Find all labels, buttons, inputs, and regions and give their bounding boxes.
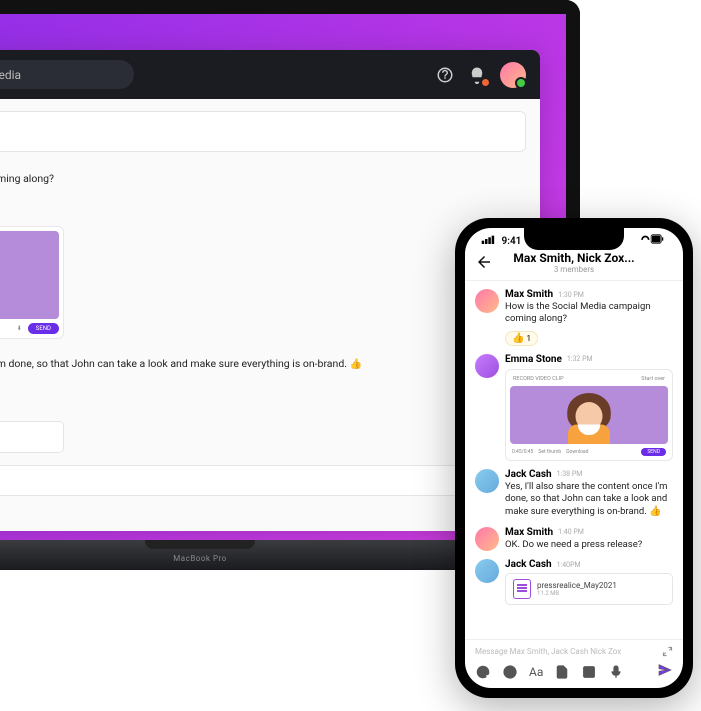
message-row: Jack Cash 1:38 PM Yes, I'll also share th… — [475, 469, 673, 519]
video-card-label: RECORD VIDEO CLIP — [513, 376, 564, 382]
emoji-icon[interactable] — [502, 664, 518, 680]
message-timestamp: 1:30 PM — [0, 160, 526, 170]
message-row: Jack Cash 1:40PM pressrealice_May2021 11.… — [475, 559, 673, 605]
video-set-thumb[interactable]: Set thumb — [538, 449, 561, 455]
phone-header: Max Smith, Nick Zox... 3 members — [465, 247, 683, 281]
phone-screen: 9:41 Max Smith, Nick Zox... 3 members Ma… — [465, 228, 683, 688]
send-button[interactable] — [657, 662, 673, 682]
attachment-card[interactable]: essrealice_May2021 2 MB — [0, 421, 64, 453]
message-time: 1:38 PM — [557, 470, 583, 478]
video-download[interactable]: Download — [566, 449, 588, 455]
message-text: Social Media campaign coming along? — [0, 172, 526, 185]
chat-title[interactable]: Max Smith, Nick Zox... — [475, 251, 673, 265]
notification-badge — [482, 79, 489, 86]
attachment-name: essrealice_May2021 — [0, 428, 53, 438]
conversation-title: h, Nick Zox... — [0, 122, 511, 141]
file-icon[interactable] — [554, 664, 570, 680]
avatar[interactable] — [475, 559, 499, 583]
attachment-card[interactable]: pressrealice_May2021 11.2 MB — [505, 573, 673, 605]
avatar[interactable] — [475, 354, 499, 378]
message-row: Max Smith 1:40 PM OK. Do we need a press … — [475, 527, 673, 551]
battery-icon — [637, 234, 667, 247]
chat-subtitle: 3 members — [475, 265, 673, 274]
video-card-footer: 0:45/0:45 ⬇ SEND — [0, 323, 59, 334]
composer-toolbar: Aa — [475, 662, 673, 682]
phone-device: 9:41 Max Smith, Nick Zox... 3 members Ma… — [455, 218, 693, 698]
message-timestamp: 1:40 PM — [0, 376, 526, 386]
sender-name: Jack Cash — [505, 469, 552, 480]
sender-name: Max Smith — [505, 289, 553, 300]
sender-name: Max Smith — [505, 527, 553, 538]
video-duration: 0:45/0:45 — [512, 449, 533, 455]
file-icon — [513, 579, 531, 599]
user-avatar[interactable] — [500, 62, 526, 88]
video-send-button[interactable]: SEND — [641, 448, 666, 456]
video-send-button[interactable]: SEND — [28, 323, 59, 334]
attachment-size: 2 MB — [0, 438, 53, 446]
video-thumbnail — [510, 386, 668, 444]
message-text: OK. Do we need a press release? — [505, 539, 673, 551]
message-text: need a press release? — [0, 388, 526, 401]
phone-composer: Message Max Smith, Jack Cash Nick Zox Aa — [465, 639, 683, 688]
conversation-header[interactable]: h, Nick Zox... — [0, 111, 526, 152]
attachment-size: 11.2 MB — [537, 590, 617, 597]
reaction-chip[interactable]: 👍1 — [505, 331, 538, 346]
message-row: Max Smith 1:30 PM How is the Social Media… — [475, 289, 673, 346]
composer-placeholder: nith, Nick Zox... — [0, 474, 515, 487]
expand-icon[interactable] — [662, 646, 673, 657]
message-text: How is the Social Media campaign coming … — [505, 301, 673, 326]
message-timestamp: 1:40 PM — [0, 407, 526, 417]
message-time: 1:40PM — [557, 561, 581, 569]
desktop-topbar: Search Happy Media — [0, 50, 540, 99]
message-row: Emma Stone 1:32 PM RECORD VIDEO CLIP Star… — [475, 354, 673, 461]
image-icon[interactable] — [581, 664, 597, 680]
video-download[interactable]: ⬇ — [17, 325, 22, 332]
message-time: 1:30 PM — [558, 291, 584, 299]
topbar-right — [436, 62, 526, 88]
attachment-name: pressrealice_May2021 — [537, 581, 617, 590]
avatar[interactable] — [475, 527, 499, 551]
phone-messages[interactable]: Max Smith 1:30 PM How is the Social Media… — [465, 281, 683, 639]
avatar[interactable] — [475, 469, 499, 493]
composer-toolbar — [0, 502, 526, 517]
mic-icon[interactable] — [608, 664, 624, 680]
sender-name: Jack Cash — [505, 559, 552, 570]
notifications-icon[interactable] — [468, 66, 486, 84]
signal-icon: 9:41 — [481, 234, 521, 247]
laptop-brand-label: MacBook Pro — [173, 554, 226, 563]
video-card[interactable]: RECORD VIDEO CLIP Start over 0:45/0:45 S… — [505, 369, 673, 461]
search-input[interactable]: Search Happy Media — [0, 60, 134, 89]
message-text: Yes, I'll also share the content once I'… — [505, 481, 673, 519]
message-time: 1:32 PM — [567, 355, 593, 363]
composer-input[interactable]: Message Max Smith, Jack Cash Nick Zox — [475, 646, 673, 662]
composer-placeholder: Message Max Smith, Jack Cash Nick Zox — [475, 647, 621, 656]
help-icon[interactable] — [436, 66, 454, 84]
message-text: o share the content once I'm done, so th… — [0, 357, 526, 370]
mention-icon[interactable] — [475, 664, 491, 680]
video-startover[interactable]: Start over — [641, 376, 665, 382]
back-button[interactable] — [475, 253, 493, 275]
sender-name: Emma Stone — [505, 354, 562, 365]
message-timestamp: 32 PM — [0, 212, 526, 222]
avatar[interactable] — [475, 289, 499, 313]
message-time: 1:40 PM — [558, 528, 584, 536]
video-card[interactable]: 0:45/0:45 ⬇ SEND — [0, 226, 64, 339]
message-composer[interactable]: nith, Nick Zox... — [0, 465, 526, 496]
search-placeholder: Search Happy Media — [0, 68, 21, 82]
phone-notch — [524, 228, 624, 250]
format-icon[interactable]: Aa — [529, 665, 543, 679]
video-thumbnail — [0, 231, 59, 319]
message-timestamp: 1:38 PM — [0, 345, 526, 355]
